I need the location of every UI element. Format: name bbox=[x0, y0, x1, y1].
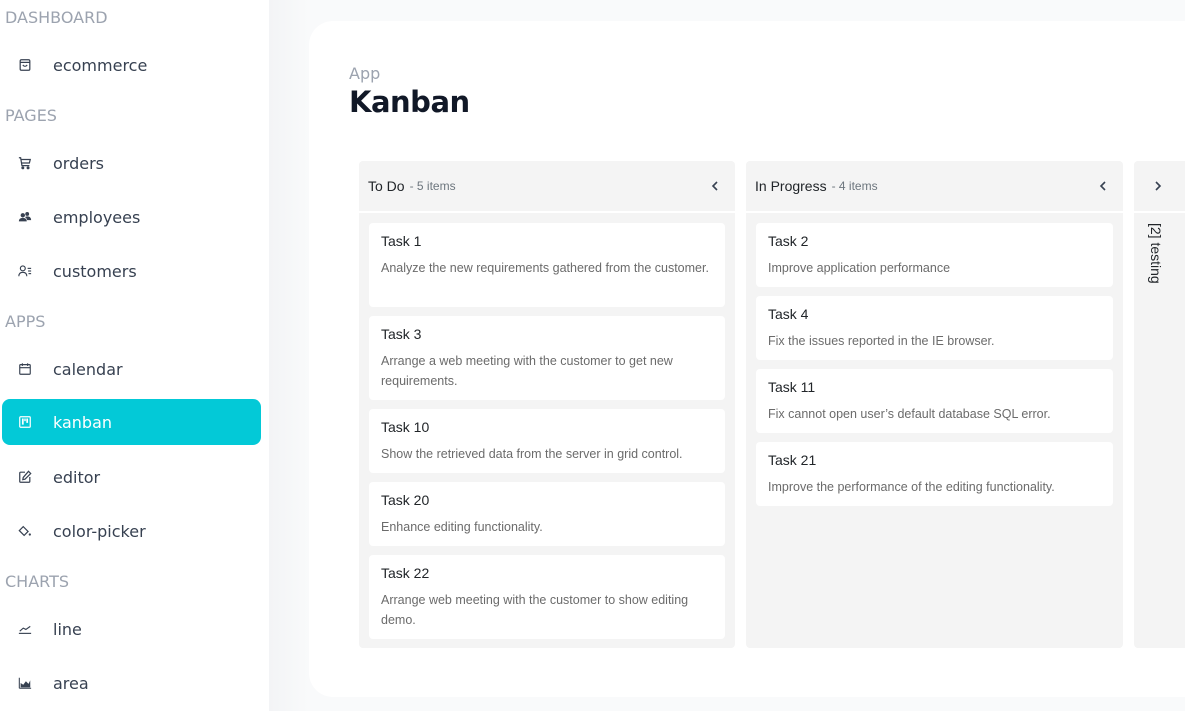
kanban-card[interactable]: Task 20 Enhance editing functionality. bbox=[369, 482, 725, 546]
kanban-card[interactable]: Task 3 Arrange a web meeting with the cu… bbox=[369, 316, 725, 400]
column-count: - 5 items bbox=[409, 179, 456, 193]
sidebar-item-label: calendar bbox=[53, 359, 123, 379]
collapse-column-button[interactable] bbox=[1093, 176, 1113, 196]
sidebar-item-area[interactable]: area bbox=[2, 660, 261, 706]
breadcrumb: App bbox=[349, 64, 381, 83]
sidebar-item-label: employees bbox=[53, 207, 141, 227]
column-body: Task 2 Improve application performance T… bbox=[746, 213, 1123, 648]
sidebar-item-label: customers bbox=[53, 261, 137, 281]
sidebar-item-label: editor bbox=[53, 467, 101, 487]
sidebar-item-label: color-picker bbox=[53, 521, 146, 541]
card-title: Task 10 bbox=[381, 419, 430, 435]
sidebar: DASHBOARD ecommerce PAGES orders employe… bbox=[0, 0, 269, 711]
sidebar-item-label: line bbox=[53, 619, 82, 639]
paint-bucket-icon bbox=[17, 523, 33, 539]
sidebar-item-line[interactable]: line bbox=[2, 606, 261, 652]
kanban-column-testing-collapsed: [2] testing bbox=[1134, 161, 1185, 648]
column-header: In Progress - 4 items bbox=[746, 161, 1123, 211]
column-count: - 4 items bbox=[831, 179, 878, 193]
people-icon bbox=[17, 209, 33, 225]
section-title-apps: APPS bbox=[5, 312, 46, 331]
sidebar-item-orders[interactable]: orders bbox=[2, 140, 261, 186]
column-title: To Do bbox=[368, 178, 405, 194]
sidebar-item-color-picker[interactable]: color-picker bbox=[2, 508, 261, 554]
calendar-icon bbox=[17, 361, 33, 377]
collapsed-column-label: [2] testing bbox=[1148, 223, 1164, 284]
card-title: Task 11 bbox=[768, 379, 816, 395]
sidebar-item-label: ecommerce bbox=[53, 55, 148, 75]
line-chart-icon bbox=[17, 621, 33, 637]
card-title: Task 3 bbox=[381, 326, 422, 342]
chevron-right-icon bbox=[1155, 181, 1162, 191]
card-description: Improve application performance bbox=[768, 261, 951, 275]
main-content: App Kanban To Do - 5 items Task 1 Analyz… bbox=[309, 21, 1185, 697]
card-title: Task 20 bbox=[381, 492, 430, 508]
card-description: Fix the issues reported in the IE browse… bbox=[768, 334, 995, 348]
card-description: Improve the performance of the editing f… bbox=[768, 480, 1055, 494]
kanban-card[interactable]: Task 1 Analyze the new requirements gath… bbox=[369, 223, 725, 307]
area-chart-icon bbox=[17, 675, 33, 691]
kanban-card[interactable]: Task 4 Fix the issues reported in the IE… bbox=[756, 296, 1113, 360]
section-title-pages: PAGES bbox=[5, 106, 57, 125]
sidebar-item-customers[interactable]: customers bbox=[2, 248, 261, 294]
sidebar-item-label: kanban bbox=[53, 412, 113, 432]
sidebar-item-ecommerce[interactable]: ecommerce bbox=[2, 42, 261, 88]
column-body[interactable]: [2] testing bbox=[1134, 213, 1185, 648]
section-title-charts: CHARTS bbox=[5, 572, 70, 591]
card-title: Task 22 bbox=[381, 565, 430, 581]
column-title: In Progress bbox=[755, 178, 827, 194]
sidebar-item-editor[interactable]: editor bbox=[2, 454, 261, 500]
kanban-card[interactable]: Task 2 Improve application performance bbox=[756, 223, 1113, 287]
sidebar-item-label: orders bbox=[53, 153, 104, 173]
collapse-column-button[interactable] bbox=[705, 176, 725, 196]
shopping-bag-icon bbox=[17, 57, 33, 73]
sidebar-item-employees[interactable]: employees bbox=[2, 194, 261, 240]
card-description: Fix cannot open user’s default database … bbox=[768, 407, 1051, 421]
user-list-icon bbox=[17, 263, 33, 279]
card-title: Task 21 bbox=[768, 452, 817, 468]
card-description: Enhance editing functionality. bbox=[381, 520, 543, 534]
cart-icon bbox=[17, 155, 33, 171]
section-title-dashboard: DASHBOARD bbox=[5, 8, 108, 27]
sidebar-item-calendar[interactable]: calendar bbox=[2, 346, 261, 392]
kanban-card[interactable]: Task 11 Fix cannot open user’s default d… bbox=[756, 369, 1113, 433]
card-title: Task 2 bbox=[768, 233, 809, 249]
card-description: Show the retrieved data from the server … bbox=[381, 447, 683, 461]
sidebar-item-label: area bbox=[53, 673, 89, 693]
column-header: To Do - 5 items bbox=[359, 161, 735, 211]
column-body: Task 1 Analyze the new requirements gath… bbox=[359, 213, 735, 648]
expand-column-button[interactable] bbox=[1148, 176, 1168, 196]
sidebar-item-kanban[interactable]: kanban bbox=[2, 399, 261, 445]
page-title: Kanban bbox=[349, 85, 470, 119]
chevron-left-icon bbox=[711, 181, 718, 191]
kanban-card[interactable]: Task 21 Improve the performance of the e… bbox=[756, 442, 1113, 506]
chevron-left-icon bbox=[1099, 181, 1106, 191]
kanban-icon bbox=[17, 414, 33, 430]
card-description: Arrange web meeting with the customer to… bbox=[381, 593, 689, 627]
kanban-card[interactable]: Task 10 Show the retrieved data from the… bbox=[369, 409, 725, 473]
kanban-card[interactable]: Task 22 Arrange web meeting with the cus… bbox=[369, 555, 725, 639]
card-title: Task 4 bbox=[768, 306, 809, 322]
sidebar-shadow bbox=[269, 0, 309, 711]
card-description: Analyze the new requirements gathered fr… bbox=[381, 261, 709, 275]
card-description: Arrange a web meeting with the customer … bbox=[381, 354, 673, 388]
card-title: Task 1 bbox=[381, 233, 422, 249]
column-header bbox=[1134, 161, 1185, 211]
edit-icon bbox=[17, 469, 33, 485]
